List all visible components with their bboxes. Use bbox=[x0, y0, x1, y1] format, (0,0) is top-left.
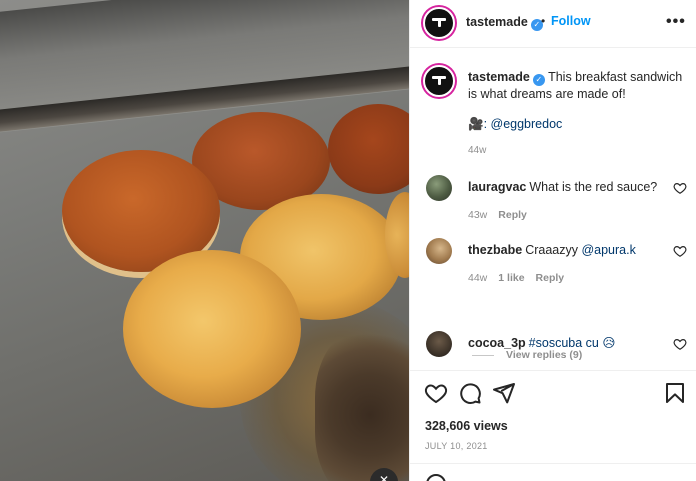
bun bbox=[328, 104, 409, 194]
heart-icon[interactable] bbox=[424, 381, 448, 405]
caption: tastemade ✓ This breakfast sandwich is wh… bbox=[468, 69, 684, 102]
hashtag-link[interactable]: #soscuba cu 😥 bbox=[529, 336, 616, 350]
avatar[interactable] bbox=[423, 65, 455, 97]
mention-link[interactable]: @apura.k bbox=[581, 243, 635, 257]
heart-icon[interactable] bbox=[673, 337, 687, 351]
comment-icon[interactable] bbox=[458, 381, 482, 405]
heart-icon[interactable] bbox=[673, 244, 687, 258]
follow-button[interactable]: Follow bbox=[551, 14, 591, 28]
tastemade-logo-icon bbox=[425, 9, 453, 37]
more-icon[interactable]: ••• bbox=[666, 13, 686, 31]
reply-button[interactable]: Reply bbox=[498, 209, 527, 221]
avatar[interactable] bbox=[426, 238, 452, 264]
verified-icon: ✓ bbox=[532, 74, 545, 86]
separator: • bbox=[541, 14, 546, 28]
share-icon[interactable] bbox=[492, 381, 516, 405]
avatar[interactable] bbox=[426, 331, 452, 357]
caption-credit[interactable]: 🎥: @eggbredoc bbox=[468, 117, 562, 132]
comment-time: 43w bbox=[468, 209, 488, 221]
bookmark-icon[interactable] bbox=[663, 381, 687, 405]
comment-username[interactable]: cocoa_3p bbox=[468, 336, 526, 350]
post-header: tastemade ✓ • Follow ••• bbox=[410, 0, 696, 48]
comment: thezbabe Craaazyy @apura.k 44w 1 like Reply bbox=[410, 238, 696, 298]
comment: lauragvac What is the red sauce? 43w Reply bbox=[410, 175, 696, 235]
comment-time: 44w bbox=[468, 272, 488, 284]
username[interactable]: tastemade ✓ bbox=[466, 15, 543, 31]
comment: cocoa_3p #soscuba cu 😥 bbox=[410, 331, 696, 369]
post-date: JULY 10, 2021 bbox=[425, 441, 488, 451]
post-media[interactable]: ✕ bbox=[0, 0, 409, 481]
add-comment-bar[interactable] bbox=[410, 463, 696, 481]
views-count[interactable]: 328,606 views bbox=[425, 419, 508, 433]
heart-icon[interactable] bbox=[673, 181, 687, 195]
post-actions: 328,606 views JULY 10, 2021 bbox=[410, 370, 696, 481]
bun bbox=[123, 250, 301, 408]
avatar[interactable] bbox=[423, 7, 455, 39]
comment-meta: 43w Reply bbox=[468, 209, 538, 221]
caption-time: 44w bbox=[468, 145, 487, 156]
likes-count[interactable]: 1 like bbox=[498, 272, 524, 284]
comment-text: lauragvac What is the red sauce? bbox=[468, 180, 658, 194]
charred-patch bbox=[315, 330, 409, 481]
tastemade-logo-icon bbox=[425, 67, 453, 95]
comments-list: tastemade ✓ This breakfast sandwich is wh… bbox=[410, 49, 696, 369]
comment-username[interactable]: lauragvac bbox=[468, 180, 526, 194]
caption-username[interactable]: tastemade bbox=[468, 70, 530, 84]
avatar[interactable] bbox=[426, 175, 452, 201]
emoji-icon[interactable] bbox=[426, 474, 446, 481]
comment-username[interactable]: thezbabe bbox=[468, 243, 522, 257]
comment-meta: 44w 1 like Reply bbox=[468, 272, 575, 284]
post-panel: tastemade ✓ • Follow ••• tastemade ✓ This … bbox=[409, 0, 696, 481]
comment-text: thezbabe Craaazyy @apura.k bbox=[468, 243, 636, 257]
comment-text: cocoa_3p #soscuba cu 😥 bbox=[468, 335, 668, 351]
reply-button[interactable]: Reply bbox=[536, 272, 565, 284]
instagram-post: ✕ tastemade ✓ • Follow ••• tastemade ✓ Thi… bbox=[0, 0, 696, 481]
